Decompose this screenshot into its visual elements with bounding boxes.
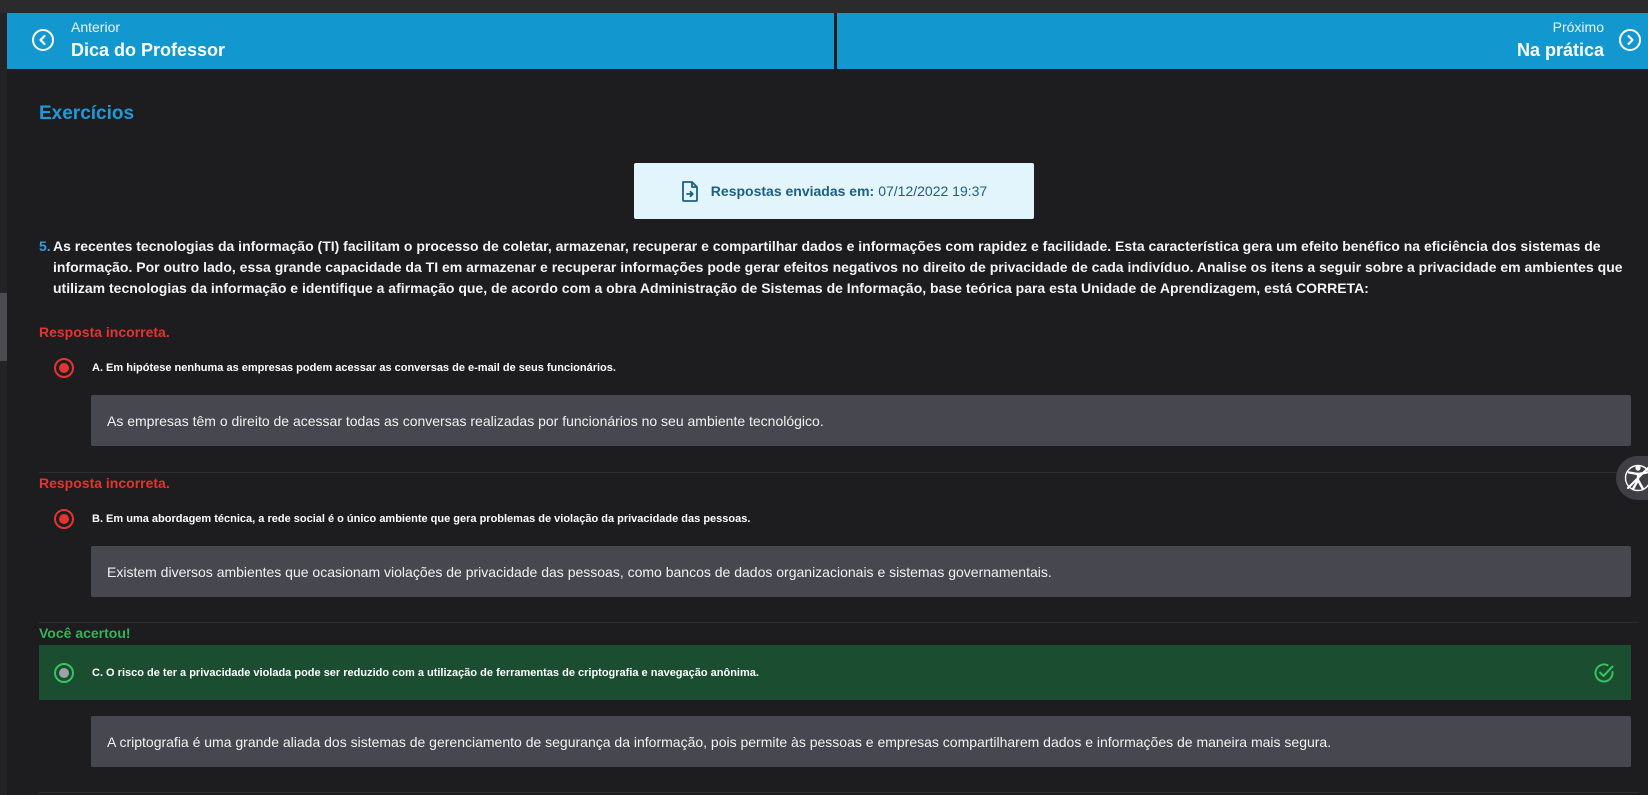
option-divider <box>39 622 1639 623</box>
option-c-radio[interactable] <box>54 662 74 683</box>
document-arrow-icon <box>681 180 698 202</box>
window-top-strip <box>0 0 1648 13</box>
option-a-feedback: As empresas têm o direito de acessar tod… <box>91 395 1631 446</box>
left-scroll-marker[interactable] <box>0 293 7 361</box>
accessibility-button[interactable] <box>1616 456 1648 500</box>
option-c-feedback: A criptografia é uma grande aliada dos s… <box>91 716 1631 767</box>
option-b-feedback: Existem diversos ambientes que ocasionam… <box>91 546 1631 597</box>
previous-lesson-button[interactable]: Anterior Dica do Professor <box>7 13 834 69</box>
option-b-radio[interactable] <box>54 509 74 529</box>
option-divider <box>39 792 1639 793</box>
question-block: 5. As recentes tecnologias da informação… <box>39 236 1639 299</box>
next-label: Próximo <box>1552 19 1604 35</box>
submission-info-box: Respostas enviadas em: 07/12/2022 19:37 <box>634 163 1034 219</box>
option-divider <box>39 472 1639 473</box>
submission-label: Respostas enviadas em: <box>710 183 875 199</box>
option-b-text: B. Em uma abordagem técnica, a rede soci… <box>92 513 751 525</box>
check-circle-icon <box>1594 663 1614 682</box>
question-number: 5. <box>39 238 51 254</box>
option-a-radio[interactable] <box>54 358 74 378</box>
next-lesson-button[interactable]: Próximo Na prática <box>837 13 1648 69</box>
option-a-status: Resposta incorreta. <box>39 324 170 340</box>
lesson-navigation: Anterior Dica do Professor Próximo Na pr… <box>7 13 1648 69</box>
option-c-text: C. O risco de ter a privacidade violada … <box>92 666 759 679</box>
accessibility-icon <box>1624 464 1648 492</box>
option-b-status: Resposta incorreta. <box>39 475 170 491</box>
section-title: Exercícios <box>39 103 135 124</box>
option-c-status: Você acertou! <box>39 625 131 641</box>
option-b[interactable]: B. Em uma abordagem técnica, a rede soci… <box>39 495 1631 543</box>
left-scroll-rail <box>0 13 7 795</box>
chevron-right-circle-icon <box>1619 29 1641 51</box>
previous-title: Dica do Professor <box>71 40 226 60</box>
submission-date: 07/12/2022 19:37 <box>878 183 988 199</box>
option-c[interactable]: C. O risco de ter a privacidade violada … <box>39 645 1631 700</box>
next-title: Na prática <box>1516 40 1604 60</box>
question-text: As recentes tecnologias da informação (T… <box>53 238 1623 296</box>
chevron-left-circle-icon <box>32 29 54 51</box>
option-a[interactable]: A. Em hipótese nenhuma as empresas podem… <box>39 344 1631 392</box>
option-a-text: A. Em hipótese nenhuma as empresas podem… <box>92 362 616 374</box>
previous-label: Anterior <box>71 19 121 35</box>
